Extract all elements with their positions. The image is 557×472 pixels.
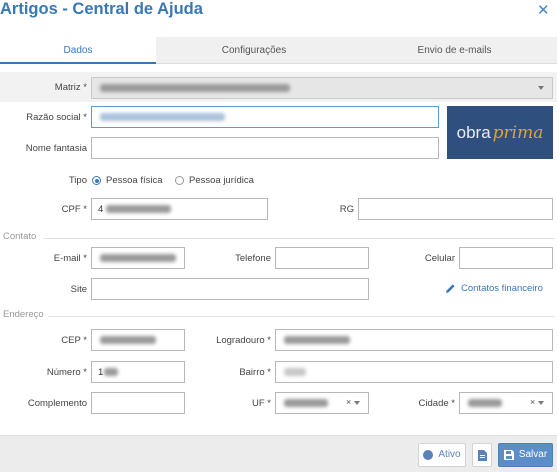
section-divider	[43, 238, 555, 239]
bairro-label: Bairro *	[239, 367, 271, 378]
radio-icon[interactable]	[92, 176, 101, 185]
tab-configuracoes[interactable]: Configurações	[156, 37, 352, 64]
nome-fantasia-label: Nome fantasia	[25, 143, 87, 154]
ativo-button[interactable]: Ativo	[418, 443, 466, 467]
complemento-input[interactable]	[91, 392, 185, 414]
contatos-financeiro-label[interactable]: Contatos financeiro	[461, 283, 543, 294]
numero-value-redacted	[104, 368, 118, 376]
cpf-value-prefix: 4	[98, 204, 104, 215]
logradouro-value-redacted	[284, 336, 350, 344]
uf-label: UF *	[252, 398, 271, 409]
tipo-juridica-label: Pessoa jurídica	[189, 175, 254, 186]
bairro-input[interactable]	[275, 361, 553, 383]
logradouro-input[interactable]	[275, 329, 553, 351]
tipo-label: Tipo	[68, 175, 87, 186]
logo-text-obra: obra	[456, 122, 491, 142]
uf-value-redacted	[284, 399, 328, 407]
rg-label: RG	[339, 204, 354, 215]
cpf-value-redacted	[106, 205, 171, 213]
bairro-value-redacted	[284, 368, 306, 376]
matriz-label: Matriz *	[54, 82, 87, 93]
dialog-title: Artigos - Central de Ajuda	[0, 0, 203, 18]
telefone-label: Telefone	[235, 253, 271, 264]
chevron-down-icon	[538, 86, 544, 90]
numero-label: Número *	[46, 367, 87, 378]
tipo-radio-fisica[interactable]: Pessoa física	[92, 175, 163, 186]
matriz-value-redacted	[100, 84, 290, 92]
ativo-label: Ativo	[438, 449, 461, 460]
logradouro-label: Logradouro *	[216, 335, 271, 346]
tab-envio-emails[interactable]: Envio de e-mails	[352, 37, 557, 64]
logo-text-prima: prima	[492, 122, 544, 143]
clear-icon[interactable]: ×	[530, 397, 535, 407]
telefone-input[interactable]	[275, 247, 369, 269]
complemento-label: Complemento	[27, 398, 87, 409]
tab-dados[interactable]: Dados	[0, 37, 156, 64]
matriz-select[interactable]	[91, 77, 553, 99]
section-divider	[49, 316, 555, 317]
email-label: E-mail *	[53, 253, 87, 264]
close-icon[interactable]: ✕	[537, 3, 550, 19]
celular-label: Celular	[424, 253, 455, 264]
nome-fantasia-input[interactable]	[91, 137, 439, 159]
site-input[interactable]	[91, 278, 369, 300]
cidade-label: Cidade *	[418, 398, 455, 409]
radio-icon[interactable]	[175, 176, 184, 185]
pencil-icon	[446, 284, 455, 293]
salvar-label: Salvar	[518, 449, 548, 460]
razao-social-label: Razão social *	[26, 112, 87, 123]
cidade-select[interactable]: ×	[459, 392, 553, 414]
tipo-radio-juridica[interactable]: Pessoa jurídica	[175, 175, 254, 186]
tipo-fisica-label: Pessoa física	[106, 175, 163, 186]
celular-input[interactable]	[459, 247, 553, 269]
clear-icon[interactable]: ×	[346, 397, 351, 407]
numero-input[interactable]: 1	[91, 361, 185, 383]
site-label: Site	[70, 284, 87, 295]
chevron-down-icon	[354, 401, 360, 405]
cidade-value-redacted	[468, 399, 502, 407]
section-contato: Contato	[3, 231, 37, 242]
salvar-button[interactable]: Salvar	[498, 443, 553, 467]
status-dot-icon	[423, 450, 434, 460]
cpf-input[interactable]: 4	[91, 198, 268, 220]
email-value-redacted	[100, 254, 176, 262]
cep-value-redacted	[100, 336, 156, 344]
company-logo: obra prima	[447, 106, 553, 159]
document-icon	[477, 449, 487, 461]
chevron-down-icon	[538, 401, 544, 405]
document-button[interactable]	[472, 443, 492, 467]
numero-value-prefix: 1	[98, 367, 104, 378]
rg-input[interactable]	[358, 198, 553, 220]
contatos-financeiro-link[interactable]: Contatos financeiro	[445, 283, 543, 294]
razao-social-value-redacted	[100, 113, 225, 121]
section-endereco: Endereço	[3, 309, 44, 320]
uf-select[interactable]: ×	[275, 392, 369, 414]
cep-input[interactable]	[91, 329, 185, 351]
email-input[interactable]	[91, 247, 185, 269]
razao-social-input[interactable]	[91, 106, 439, 128]
cpf-label: CPF *	[61, 204, 87, 215]
cep-label: CEP *	[61, 335, 87, 346]
tab-bar: Dados Configurações Envio de e-mails	[0, 37, 557, 64]
floppy-disk-icon	[503, 450, 514, 460]
